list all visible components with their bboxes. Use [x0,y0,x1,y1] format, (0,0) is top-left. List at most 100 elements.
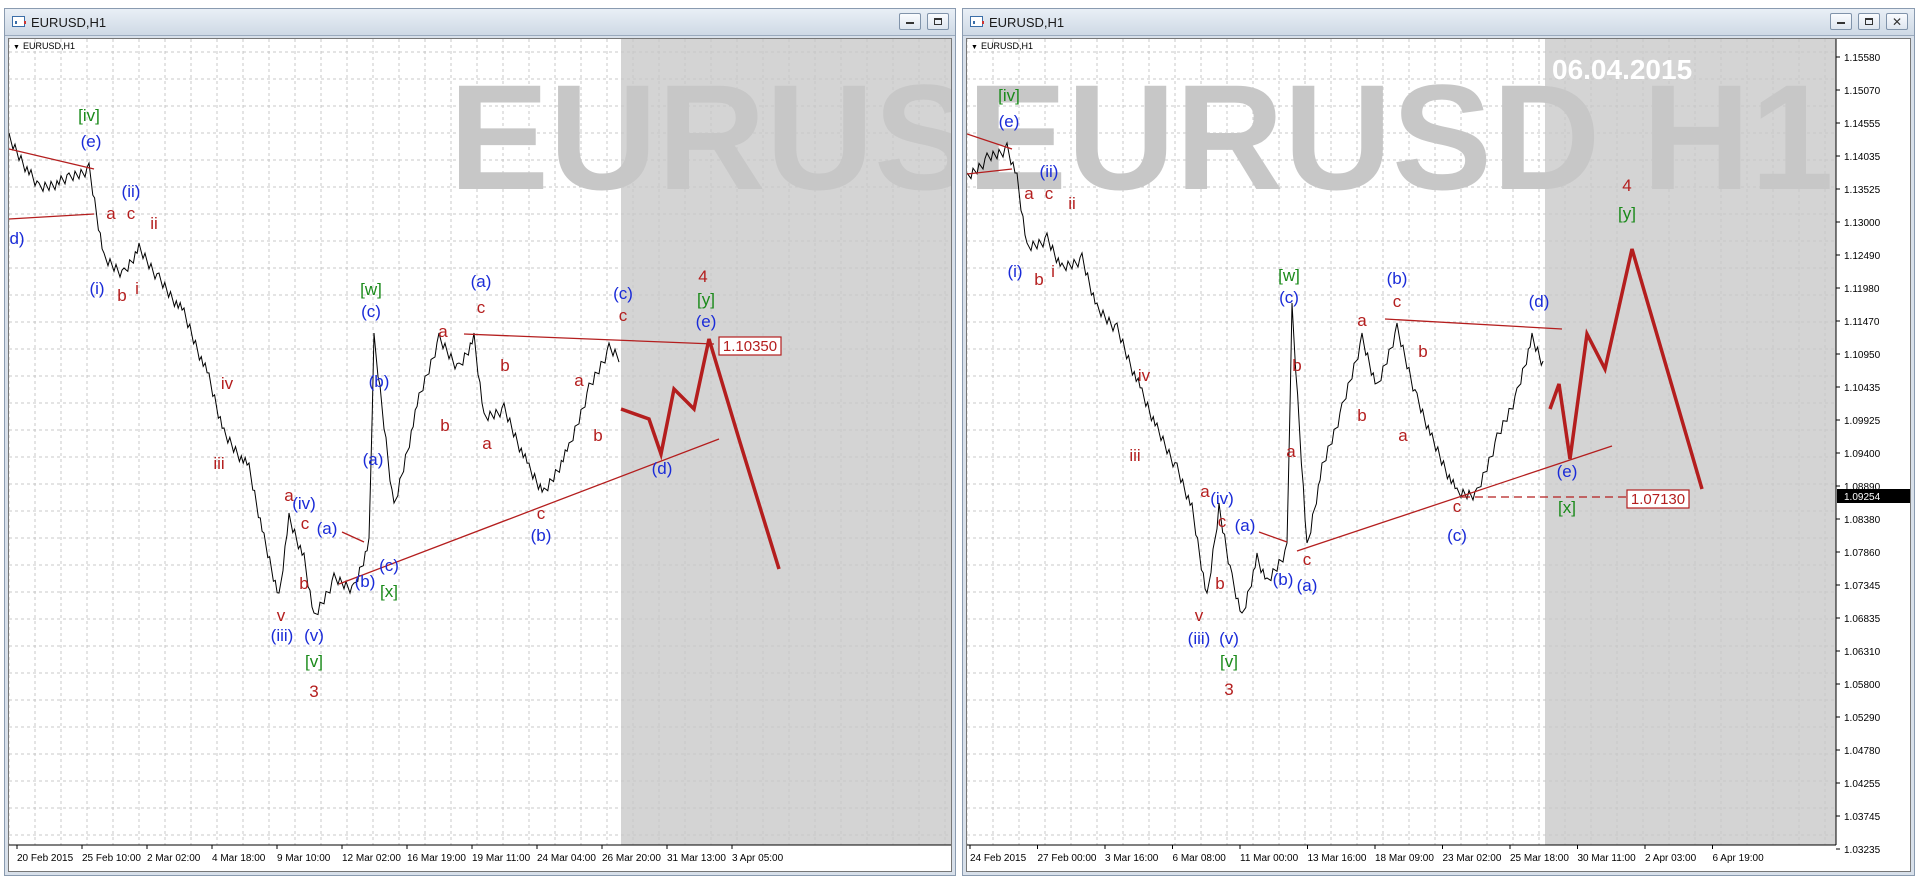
wave-label: b [299,574,308,593]
y-tick-label: 1.03235 [1844,845,1881,856]
wave-label: [y] [1618,204,1636,223]
x-tick-label: 18 Mar 09:00 [1375,853,1434,864]
wave-label: c [1453,497,1462,516]
wave-label: b [1357,406,1366,425]
wave-label: ii [150,214,158,233]
price-tag-label: 1.07130 [1631,491,1685,508]
wave-label: b [1215,574,1224,593]
wave-label: a [574,371,584,390]
y-tick-label: 1.11980 [1844,284,1880,295]
wave-label: (iv) [1210,489,1234,508]
wave-label: a [438,322,448,341]
y-tick-label: 1.15580 [1844,53,1881,64]
window-titlebar[interactable]: EURUSD,H1 [5,9,955,36]
wave-label: ii [1068,194,1076,213]
wave-label: (a) [363,450,384,469]
restore-button[interactable] [1858,13,1880,30]
wave-label: 4 [1622,176,1631,195]
minimize-button[interactable] [1830,13,1852,30]
wave-label: (c) [361,302,381,321]
chart-window-right[interactable]: EURUSD,H1 ✕ EURUSD,H1 EURUSD H106.04.201… [962,8,1915,876]
x-tick-label: 31 Mar 13:00 [667,853,726,864]
x-tick-label: 6 Mar 08:00 [1173,853,1227,864]
x-tick-label: 26 Mar 20:00 [602,853,661,864]
y-tick-label: 1.13000 [1844,218,1881,229]
x-tick-label: 24 Feb 2015 [970,853,1027,864]
wave-label: [x] [380,582,398,601]
wave-label: b [1292,356,1301,375]
restore-icon [1865,18,1873,25]
wave-label: b [593,426,602,445]
wave-label: (b) [369,372,390,391]
y-tick-label: 1.05290 [1844,713,1881,724]
x-tick-label: 9 Mar 10:00 [277,853,331,864]
price-chart-left[interactable]: EURUSD,H1 EURUSD H1[iv](e)(ii)aciid)(i)b… [8,38,952,872]
wave-label: 3 [309,682,318,701]
wave-label: c [537,504,546,523]
wave-label: (b) [355,572,376,591]
price-chart-right[interactable]: EURUSD,H1 EURUSD H106.04.2015 [iv] (e) (ii)… [966,38,1911,872]
y-tick-label: 1.10950 [1844,350,1881,361]
wave-label: (c) [613,284,633,303]
wave-label: b [1034,270,1043,289]
symbol-label: EURUSD,H1 [13,41,75,51]
x-tick-label: 25 Feb 10:00 [82,853,141,864]
wave-label: (ii) [1040,162,1059,181]
wave-label: a [482,434,492,453]
x-tick-label: 4 Mar 18:00 [212,853,266,864]
x-tick-label: 23 Mar 02:00 [1443,853,1502,864]
y-tick-label: 1.07860 [1844,548,1881,559]
y-tick-label: 1.08380 [1844,515,1881,526]
wave-label: c [1303,550,1312,569]
x-tick-label: 30 Mar 11:00 [1578,853,1637,864]
current-price-label: 1.09254 [1844,492,1881,503]
wave-label: (iii) [271,626,294,645]
trend-line [1384,318,1563,330]
x-tick-label: 16 Mar 19:00 [407,853,466,864]
y-tick-label: 1.11470 [1844,317,1880,328]
y-tick-label: 1.14035 [1844,152,1881,163]
wave-label: (e) [999,112,1020,131]
chart-window-left[interactable]: EURUSD,H1 EURUSD,H1 EURUSD H1 [iv] (e) (ii)… [4,8,956,876]
wave-label: 4 [698,267,707,286]
chart-app-icon [12,16,26,27]
x-tick-label: 2 Mar 02:00 [147,853,201,864]
y-tick-label: 1.15070 [1844,86,1881,97]
wave-label: (v) [1219,629,1239,648]
restore-button[interactable] [927,13,949,30]
wave-label: a [1200,482,1210,501]
minimize-button[interactable] [899,13,921,30]
close-button[interactable]: ✕ [1886,13,1908,30]
wave-label: d) [9,229,24,248]
wave-label: (e) [696,312,717,331]
close-icon: ✕ [1892,15,1903,29]
wave-label: (a) [1235,516,1256,535]
x-tick-label: 27 Feb 00:00 [1038,853,1097,864]
wave-label: (e) [81,132,102,151]
wave-label: i [1051,262,1055,281]
wave-label: iv [221,374,234,393]
y-tick-label: 1.09925 [1844,416,1881,427]
wave-label: b [117,286,126,305]
x-tick-label: 13 Mar 16:00 [1308,853,1367,864]
wave-label: (iii) [1188,629,1211,648]
minimize-icon [1837,22,1845,24]
x-tick-label: 2 Apr 03:00 [1645,853,1697,864]
window-titlebar[interactable]: EURUSD,H1 ✕ [963,9,1914,36]
wave-label: i [135,279,139,298]
wave-label: c [619,306,628,325]
wave-label: v [1195,606,1204,625]
restore-icon [934,18,942,25]
wave-label: [y] [697,290,715,309]
wave-label: (a) [471,272,492,291]
wave-label: (c) [379,556,399,575]
x-tick-label: 25 Mar 18:00 [1510,853,1569,864]
wave-label: a [1357,311,1367,330]
wave-label: [w] [1278,266,1300,285]
wave-label: [x] [1558,498,1576,517]
x-tick-label: 24 Mar 04:00 [537,853,596,864]
window-title: EURUSD,H1 [31,15,107,30]
chart-canvas: EURUSD H1[iv](e)(ii)aciid)(i)biiviiia(iv… [9,39,951,871]
wave-label: [iv] [78,106,100,125]
minimize-icon [906,22,914,24]
